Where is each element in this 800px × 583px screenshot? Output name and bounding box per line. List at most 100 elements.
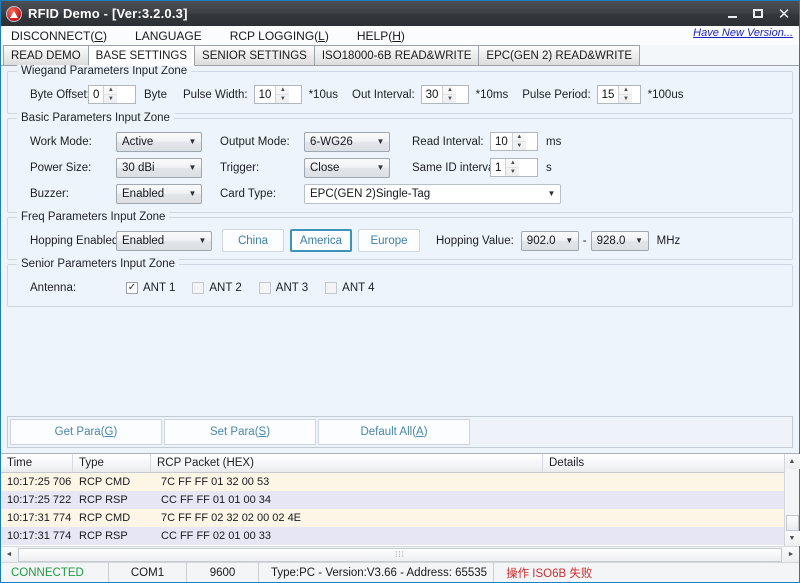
region-button-europe[interactable]: Europe xyxy=(358,229,420,252)
tab-iso18000-6b-read-write[interactable]: ISO18000-6B READ&WRITE xyxy=(313,45,480,65)
checkbox-empty-icon xyxy=(258,281,271,294)
freq-group-title: Freq Parameters Input Zone xyxy=(17,211,170,223)
cell-packet: CC FF FF 02 01 00 33 xyxy=(161,530,272,542)
get-para-button[interactable]: Get Para(G) xyxy=(10,419,162,445)
minimize-button[interactable] xyxy=(719,3,745,24)
byte-offset-value: 0 xyxy=(89,86,104,103)
power-size-select[interactable]: 30 dBi ▼ xyxy=(116,157,202,178)
freq-parameters-group: Freq Parameters Input Zone Hopping Enabl… xyxy=(7,211,793,260)
antenna-checkbox-4[interactable]: ANT 4 xyxy=(325,281,375,294)
hopping-low-select[interactable]: 902.0 ▼ xyxy=(520,230,579,251)
same-id-interval-stepper[interactable]: 1 ▲ ▼ xyxy=(490,158,538,177)
out-interval-label: Out Interval: xyxy=(352,88,415,101)
cell-type: RCP RSP xyxy=(79,494,128,506)
scroll-down-icon[interactable]: ▼ xyxy=(784,531,800,546)
scroll-left-icon[interactable]: ◄ xyxy=(1,547,17,562)
antenna-checkbox-1[interactable]: ✓ ANT 1 xyxy=(126,281,175,294)
read-interval-arrows[interactable]: ▲ ▼ xyxy=(511,133,526,150)
senior-group-title: Senior Parameters Input Zone xyxy=(17,258,180,270)
antenna-checkbox-3[interactable]: ANT 3 xyxy=(258,281,308,294)
menu-item-rcp-logging[interactable]: RCP LOGGING(L) xyxy=(228,29,339,43)
out-interval-arrows[interactable]: ▲ ▼ xyxy=(442,86,457,103)
have-new-version-link[interactable]: Have New Version... xyxy=(693,27,793,39)
window-controls: ✕ xyxy=(719,3,797,24)
scroll-up-icon[interactable]: ▲ xyxy=(784,454,800,469)
log-table-header: Time Type RCP Packet (HEX) Details xyxy=(1,454,784,473)
cell-details xyxy=(543,473,784,491)
out-interval-unit: *10ms xyxy=(475,88,509,101)
pulse-width-arrows[interactable]: ▲ ▼ xyxy=(275,86,290,103)
cell-packet: 7C FF FF 02 32 02 00 02 4E xyxy=(161,512,302,524)
table-row[interactable]: 10:17:31 774 RCP RSP CC FF FF 02 01 00 3… xyxy=(1,527,784,545)
region-button-america[interactable]: America xyxy=(290,229,352,252)
chevron-down-icon: ▼ xyxy=(547,189,556,198)
column-header-packet[interactable]: RCP Packet (HEX) xyxy=(151,454,543,472)
hscroll-thumb[interactable]: ⁞⁞⁞ xyxy=(18,547,782,562)
scroll-right-icon[interactable]: ► xyxy=(783,547,799,562)
antenna-label-2: ANT 2 xyxy=(209,281,242,294)
pulse-width-stepper[interactable]: 10 ▲ ▼ xyxy=(253,85,302,104)
column-header-time[interactable]: Time xyxy=(1,454,73,472)
buzzer-select[interactable]: Enabled ▼ xyxy=(116,183,202,204)
pulse-period-label: Pulse Period: xyxy=(522,88,591,101)
menu-item-disconnect[interactable]: DISCONNECT(C) xyxy=(9,29,117,43)
read-interval-stepper[interactable]: 10 ▲ ▼ xyxy=(490,132,538,151)
out-interval-stepper[interactable]: 30 ▲ ▼ xyxy=(420,85,469,104)
tab-base-settings[interactable]: BASE SETTINGS xyxy=(87,45,196,66)
status-bar: CONNECTED COM1 9600 Type:PC - Version:V3… xyxy=(1,562,799,582)
rfid-app-icon xyxy=(6,5,22,22)
hopping-enabled-select[interactable]: Enabled ▼ xyxy=(116,230,212,251)
card-type-select[interactable]: EPC(GEN 2)Single-Tag ▼ xyxy=(304,183,561,204)
maximize-button[interactable] xyxy=(745,3,771,24)
log-horizontal-scrollbar[interactable]: ◄ ⁞⁞⁞ ► xyxy=(1,546,799,562)
hopping-high-select[interactable]: 928.0 ▼ xyxy=(590,230,649,251)
menu-bar: DISCONNECT(C) LANGUAGE RCP LOGGING(L) HE… xyxy=(1,26,799,45)
column-header-type[interactable]: Type xyxy=(73,454,151,472)
hopping-unit: MHz xyxy=(656,234,681,247)
cell-time: 10:17:25 706 xyxy=(7,476,72,488)
set-para-button[interactable]: Set Para(S) xyxy=(164,419,316,445)
read-interval-unit: ms xyxy=(546,135,562,148)
menu-item-help[interactable]: HELP(H) xyxy=(355,29,415,43)
out-interval-value: 30 xyxy=(421,86,443,103)
antenna-checkbox-2[interactable]: ANT 2 xyxy=(192,281,242,294)
tab-read-demo[interactable]: READ DEMO xyxy=(3,45,89,65)
default-all-button[interactable]: Default All(A) xyxy=(318,419,470,445)
column-header-details[interactable]: Details xyxy=(543,454,784,472)
log-table-body: Time Type RCP Packet (HEX) Details 10:17… xyxy=(1,454,784,546)
menu-item-language[interactable]: LANGUAGE xyxy=(133,29,212,43)
card-type-label: Card Type: xyxy=(220,187,277,200)
wiegand-parameters-group: Wiegand Parameters Input Zone Byte Offse… xyxy=(7,65,793,114)
byte-offset-unit: Byte xyxy=(144,88,168,101)
log-vertical-scrollbar[interactable]: ▲ ▼ xyxy=(784,454,800,546)
scroll-thumb[interactable] xyxy=(785,515,799,531)
hopping-range-dash: - xyxy=(582,234,587,247)
trigger-select[interactable]: Close ▼ xyxy=(304,157,390,178)
freq-row: Hopping Enabled: Enabled ▼ China America… xyxy=(16,229,784,252)
power-size-label: Power Size: xyxy=(30,161,92,174)
antenna-label: Antenna: xyxy=(30,281,77,294)
checkbox-empty-icon xyxy=(192,281,205,294)
tab-epc-gen2-read-write[interactable]: EPC(GEN 2) READ&WRITE xyxy=(478,45,641,65)
table-row[interactable]: 10:17:31 774 RCP CMD 7C FF FF 02 32 02 0… xyxy=(1,509,784,527)
table-row[interactable]: 10:17:25 706 RCP CMD 7C FF FF 01 32 00 5… xyxy=(1,473,784,491)
checkbox-check-icon: ✓ xyxy=(126,281,138,294)
region-button-china[interactable]: China xyxy=(222,229,284,252)
output-mode-select[interactable]: 6-WG26 ▼ xyxy=(304,131,390,152)
table-row[interactable]: 10:17:25 722 RCP RSP CC FF FF 01 01 00 3… xyxy=(1,491,784,509)
same-id-interval-arrows[interactable]: ▲ ▼ xyxy=(505,159,520,176)
tab-senior-settings[interactable]: SENIOR SETTINGS xyxy=(194,45,315,65)
rcp-log-table: Time Type RCP Packet (HEX) Details 10:17… xyxy=(1,453,800,546)
basic-row-3: Buzzer: Enabled ▼ Card Type: EPC(GEN 2)S… xyxy=(16,182,784,205)
antenna-label-4: ANT 4 xyxy=(342,281,375,294)
work-mode-select[interactable]: Active ▼ xyxy=(116,131,202,152)
cell-type: RCP RSP xyxy=(79,530,128,542)
byte-offset-stepper[interactable]: 0 ▲ ▼ xyxy=(88,85,136,104)
close-button[interactable]: ✕ xyxy=(771,3,797,24)
byte-offset-arrows[interactable]: ▲ ▼ xyxy=(103,86,118,103)
chevron-down-icon: ▼ xyxy=(188,137,197,146)
pulse-period-arrows[interactable]: ▲ ▼ xyxy=(618,86,633,103)
trigger-label: Trigger: xyxy=(220,161,260,174)
wiegand-row: Byte Offset: 0 ▲ ▼ Byte Pulse Width: 10 ▲… xyxy=(16,83,784,106)
pulse-period-stepper[interactable]: 15 ▲ ▼ xyxy=(596,85,641,104)
